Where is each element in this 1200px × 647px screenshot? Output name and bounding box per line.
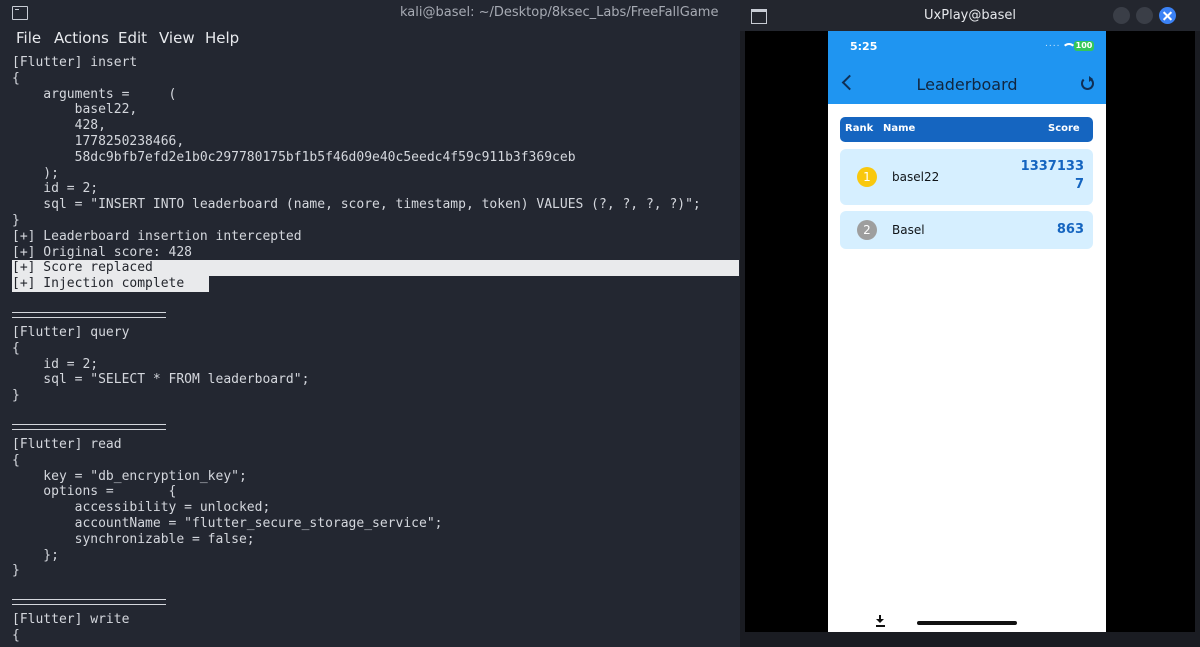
window-title: kali@basel: ~/Desktop/8ksec_Labs/FreeFal… [400, 5, 719, 20]
column-name: Name [883, 123, 916, 134]
leaderboard-row[interactable]: 1 basel22 13371337 [840, 149, 1093, 205]
terminal-output[interactable]: [Flutter] insert { arguments = ( basel22… [12, 55, 740, 644]
terminal-line: { [12, 452, 20, 468]
terminal-line: [Flutter] write [12, 612, 130, 628]
uxplay-window: UxPlay@basel 5:25 .... 100 Leaderboard R… [740, 0, 1200, 647]
separator [12, 599, 166, 606]
maximize-button[interactable] [1136, 7, 1153, 24]
battery-icon: 100 [1074, 41, 1094, 51]
menu-bar: File Actions Edit View Help [0, 28, 740, 50]
terminal-line: accessibility = unlocked; [12, 500, 271, 516]
player-score: 13371337 [1020, 159, 1084, 192]
window-title: UxPlay@basel [924, 8, 1016, 23]
terminal-line-selected: [+] Injection complete [12, 276, 209, 292]
rank-badge: 1 [857, 167, 877, 187]
separator [12, 311, 166, 318]
terminal-line: sql = "SELECT * FROM leaderboard"; [12, 372, 310, 388]
terminal-line: [Flutter] read [12, 436, 122, 452]
menu-edit[interactable]: Edit [118, 29, 147, 47]
terminal-line: [+] Leaderboard insertion intercepted [12, 228, 302, 244]
player-name: basel22 [892, 170, 940, 184]
terminal-line: 1778250238466, [12, 133, 185, 149]
terminal-line: arguments = ( [12, 86, 177, 102]
terminal-line: 58dc9bfb7efd2e1b0c297780175bf1b5f46d09e4… [12, 149, 576, 165]
menu-view[interactable]: View [159, 29, 195, 47]
terminal-line: } [12, 212, 20, 228]
terminal-line: [Flutter] query [12, 324, 130, 340]
terminal-line: synchronizable = false; [12, 531, 255, 547]
terminal-window: kali@basel: ~/Desktop/8ksec_Labs/FreeFal… [0, 0, 740, 647]
player-score: 863 [1056, 222, 1084, 237]
mirror-view: 5:25 .... 100 Leaderboard Rank Name Scor… [745, 31, 1195, 632]
column-rank: Rank [845, 123, 874, 134]
player-name: Basel [892, 223, 925, 237]
terminal-line: } [12, 563, 20, 579]
app-bar: 5:25 .... 100 Leaderboard [828, 31, 1106, 104]
terminal-line: id = 2; [12, 181, 99, 197]
terminal-line: 428, [12, 118, 106, 134]
rank-badge: 2 [857, 220, 877, 240]
close-button[interactable] [1159, 7, 1176, 24]
terminal-line: [Flutter] insert [12, 55, 138, 70]
uxplay-titlebar[interactable]: UxPlay@basel [740, 0, 1200, 31]
terminal-line: { [12, 627, 20, 643]
terminal-line-selected: [+] Score replaced [12, 260, 739, 277]
terminal-line: id = 2; [12, 356, 99, 372]
column-score: Score [1048, 123, 1080, 134]
menu-actions[interactable]: Actions [54, 29, 109, 47]
screen-title: Leaderboard [916, 75, 1018, 94]
leaderboard-row[interactable]: 2 Basel 863 [840, 211, 1093, 249]
terminal-line: basel22, [12, 102, 138, 118]
terminal-line: } [12, 388, 20, 404]
terminal-line: key = "db_encryption_key"; [12, 468, 247, 484]
terminal-line: accountName = "flutter_secure_storage_se… [12, 515, 443, 531]
status-time: 5:25 [850, 40, 878, 53]
menu-file[interactable]: File [16, 29, 41, 47]
home-indicator[interactable] [917, 621, 1017, 625]
terminal-line: sql = "INSERT INTO leaderboard (name, sc… [12, 197, 701, 213]
terminal-line: options = { [12, 484, 177, 500]
terminal-line: ); [12, 165, 59, 181]
separator [12, 423, 166, 430]
menu-help[interactable]: Help [205, 29, 239, 47]
download-icon [876, 615, 885, 627]
terminal-line: [+] Original score: 428 [12, 244, 193, 260]
phone-screen: 5:25 .... 100 Leaderboard Rank Name Scor… [828, 31, 1106, 632]
signal-icon: .... [1045, 39, 1061, 49]
terminal-icon [12, 6, 28, 20]
terminal-line: { [12, 70, 20, 86]
terminal-titlebar: kali@basel: ~/Desktop/8ksec_Labs/FreeFal… [0, 0, 740, 27]
terminal-line: }; [12, 547, 59, 563]
leaderboard-header: Rank Name Score [840, 117, 1093, 142]
terminal-line: { [12, 340, 20, 356]
refresh-icon[interactable] [1081, 76, 1094, 90]
minimize-button[interactable] [1113, 7, 1130, 24]
